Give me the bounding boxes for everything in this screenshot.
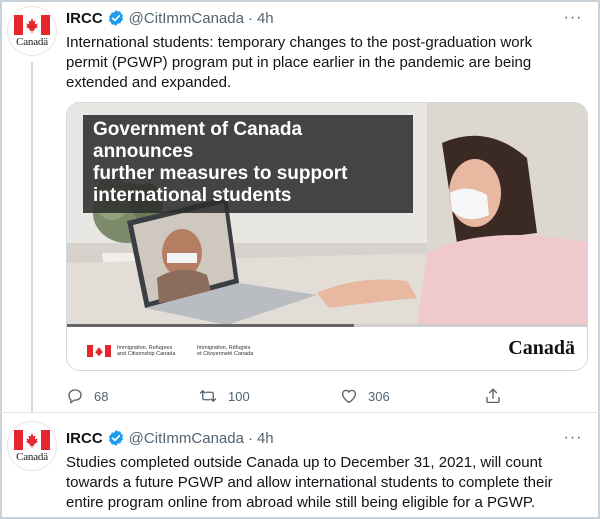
thread-connector (31, 62, 33, 412)
share-button[interactable] (484, 387, 512, 405)
tweet-divider (0, 412, 600, 413)
separator-dot: · (247, 9, 253, 27)
verified-badge-icon (108, 430, 123, 446)
author-name[interactable]: IRCC (66, 430, 103, 447)
tweet[interactable]: Canadä IRCC @CitImmCanada · 4h ··· Studi… (0, 414, 600, 519)
avatar[interactable]: Canadä (7, 6, 57, 56)
retweet-button[interactable]: 100 (198, 387, 250, 405)
canada-flag-icon (14, 15, 50, 35)
canada-flag-icon (14, 430, 50, 450)
avatar[interactable]: Canadä (7, 421, 57, 471)
like-count: 306 (368, 388, 390, 404)
tweet-text-line: International students: temporary change… (66, 34, 533, 51)
avatar-wordmark: Canadä (16, 36, 48, 48)
tweet-text-line: Studies completed outside Canada up to D… (66, 454, 543, 471)
reply-button[interactable]: 68 (66, 387, 108, 405)
like-button[interactable]: 306 (340, 387, 390, 405)
retweet-icon (199, 390, 217, 402)
department-name-fr: Immigration, Réfugiés et Citoyenneté Can… (197, 345, 253, 357)
brand-bar: Immigration, Refugees and Citizenship Ca… (67, 327, 587, 370)
tweet-actions: 68 100 306 (66, 387, 588, 407)
canada-wordmark: Canadä (508, 337, 575, 359)
tweet-header: IRCC @CitImmCanada · 4h (66, 8, 274, 28)
share-icon (486, 388, 500, 404)
headline-line: further measures to support (93, 163, 348, 184)
author-name[interactable]: IRCC (66, 10, 103, 27)
like-icon (341, 389, 357, 404)
separator-dot: · (247, 429, 253, 447)
avatar-wordmark: Canadä (16, 451, 48, 463)
dept-line: and Citizenship Canada (117, 351, 176, 357)
tweet-text: Studies completed outside Canada up to D… (66, 453, 592, 513)
tweet-text-line: extended and expanded. (66, 74, 232, 91)
canada-flag-icon (87, 345, 111, 357)
reply-icon (68, 389, 82, 404)
tweet-text: International students: temporary change… (66, 33, 586, 93)
headline-line: international students (93, 185, 292, 206)
tweet-text-line: entire program online from abroad while … (66, 494, 536, 511)
tweet-text-line: permit (PGWP) program put in place earli… (66, 54, 532, 71)
tweet-text-line: towards a future PGWP and allow internat… (66, 474, 553, 491)
headline-line: Government of Canada announces (93, 119, 303, 162)
verified-badge-icon (108, 10, 123, 26)
department-name-en: Immigration, Refugees and Citizenship Ca… (117, 345, 175, 357)
author-handle[interactable]: @CitImmCanada (129, 10, 244, 27)
video-card[interactable]: Government of Canada announces further m… (66, 102, 588, 371)
more-icon[interactable]: ··· (562, 428, 584, 448)
video-thumbnail[interactable]: Government of Canada announces further m… (67, 103, 587, 326)
tweet[interactable]: Canadä IRCC @CitImmCanada · 4h ··· Inter… (0, 0, 600, 412)
more-icon[interactable]: ··· (562, 8, 584, 28)
video-headline: Government of Canada announces further m… (83, 115, 413, 213)
tweet-header: IRCC @CitImmCanada · 4h (66, 428, 274, 448)
dept-line: et Citoyenneté Canada (197, 351, 254, 357)
retweet-count: 100 (228, 388, 250, 404)
reply-count: 68 (94, 388, 109, 404)
author-handle[interactable]: @CitImmCanada (129, 430, 244, 447)
timestamp[interactable]: 4h (257, 430, 274, 447)
timestamp[interactable]: 4h (257, 10, 274, 27)
